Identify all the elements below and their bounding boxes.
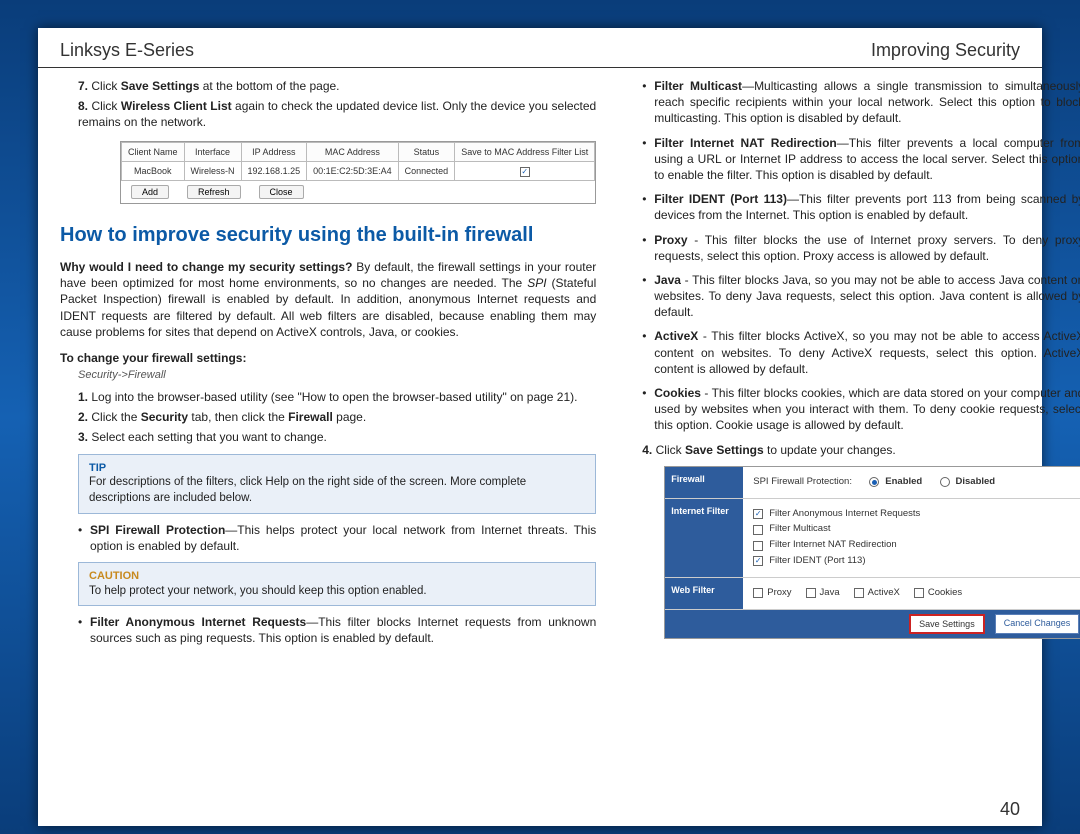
bullet-fair: Filter Anonymous Internet Requests—This … — [78, 614, 596, 646]
save-mac-checkbox[interactable] — [520, 167, 530, 177]
bullet-item: Filter Internet NAT Redirection—This fil… — [642, 135, 1080, 184]
refresh-button[interactable]: Refresh — [187, 185, 241, 199]
filter-checkbox[interactable] — [753, 509, 763, 519]
col-interface: Interface — [184, 142, 241, 161]
add-button[interactable]: Add — [131, 185, 169, 199]
caution-box: CAUTION To help protect your network, yo… — [78, 562, 596, 606]
webfilter-checkbox[interactable] — [806, 588, 816, 598]
col-save-mac: Save to MAC Address Filter List — [455, 142, 595, 161]
cancel-changes-button[interactable]: Cancel Changes — [995, 614, 1080, 634]
webfilter-checkbox[interactable] — [753, 588, 763, 598]
step-8: 8. Click Wireless Client List again to c… — [78, 98, 596, 130]
right-column: Filter Multicast—Multicasting allows a s… — [624, 78, 1080, 655]
radio-enabled[interactable] — [869, 477, 879, 487]
firewall-screenshot: Firewall SPI Firewall Protection: Enable… — [664, 466, 1080, 639]
caution-label: CAUTION — [89, 569, 585, 584]
table-row: MacBook Wireless-N 192.168.1.25 00:1E:C2… — [122, 161, 595, 180]
bullet-item: Filter IDENT (Port 113)—This filter prev… — [642, 191, 1080, 223]
save-settings-button[interactable]: Save Settings — [909, 614, 985, 634]
subhead: To change your firewall settings: — [60, 350, 596, 366]
filter-checkbox[interactable] — [753, 525, 763, 535]
step-4: 4. Click Save Settings to update your ch… — [642, 442, 1080, 458]
intro-paragraph: Why would I need to change my security s… — [60, 259, 596, 340]
bullet-spi: SPI Firewall Protection—This helps prote… — [78, 522, 596, 554]
bullet-item: Proxy - This filter blocks the use of In… — [642, 232, 1080, 264]
tip-text: For descriptions of the filters, click H… — [89, 475, 585, 506]
bullet-item: Filter Multicast—Multicasting allows a s… — [642, 78, 1080, 127]
document-page: Linksys E-Series Improving Security 7. C… — [38, 28, 1042, 826]
page-number: 40 — [1000, 799, 1020, 820]
substep-2: 2. Click the Security tab, then click th… — [78, 409, 596, 425]
spi-label: SPI Firewall Protection: — [753, 476, 852, 489]
breadcrumb: Security->Firewall — [78, 368, 596, 383]
substep-1: 1. Log into the browser-based utility (s… — [78, 389, 596, 405]
left-column: 7. Click Save Settings at the bottom of … — [60, 78, 596, 655]
filter-checkbox[interactable] — [753, 541, 763, 551]
bullet-item: Cookies - This filter blocks cookies, wh… — [642, 385, 1080, 434]
header-left: Linksys E-Series — [60, 40, 194, 61]
client-list-screenshot: Client Name Interface IP Address MAC Add… — [120, 141, 596, 205]
bullet-item: ActiveX - This filter blocks ActiveX, so… — [642, 328, 1080, 377]
page-header: Linksys E-Series Improving Security — [38, 28, 1042, 68]
col-status: Status — [398, 142, 455, 161]
fw-section-web-filter: Web Filter — [665, 578, 743, 609]
webfilter-checkbox[interactable] — [854, 588, 864, 598]
content-columns: 7. Click Save Settings at the bottom of … — [38, 68, 1042, 655]
filter-checkbox[interactable] — [753, 556, 763, 566]
col-client-name: Client Name — [122, 142, 185, 161]
radio-disabled[interactable] — [940, 477, 950, 487]
fw-section-internet-filter: Internet Filter — [665, 499, 743, 577]
bullet-item: Java - This filter blocks Java, so you m… — [642, 272, 1080, 321]
step-7: 7. Click Save Settings at the bottom of … — [78, 78, 596, 94]
tip-label: TIP — [89, 461, 585, 476]
close-button[interactable]: Close — [259, 185, 304, 199]
col-ip: IP Address — [241, 142, 307, 161]
col-mac: MAC Address — [307, 142, 399, 161]
fw-section-firewall: Firewall — [665, 467, 743, 498]
caution-text: To help protect your network, you should… — [89, 584, 585, 600]
tip-box: TIP For descriptions of the filters, cli… — [78, 454, 596, 514]
webfilter-checkbox[interactable] — [914, 588, 924, 598]
header-right: Improving Security — [871, 40, 1020, 61]
substep-3: 3. Select each setting that you want to … — [78, 429, 596, 445]
section-heading: How to improve security using the built-… — [60, 222, 596, 249]
